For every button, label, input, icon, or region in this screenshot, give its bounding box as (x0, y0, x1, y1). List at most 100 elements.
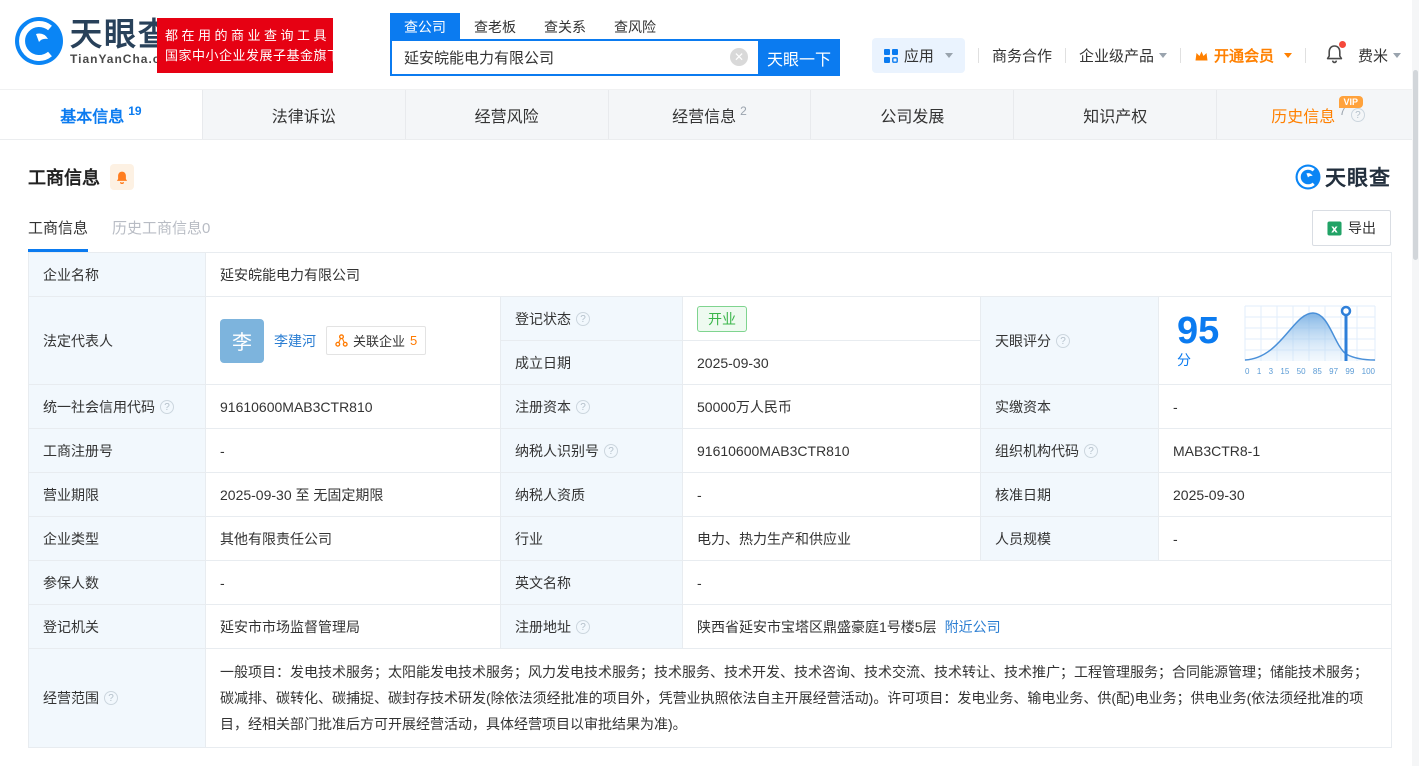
score-unit: 分 (1177, 351, 1191, 368)
crown-icon (1195, 51, 1208, 60)
paid-capital-label: 实缴资本 (980, 384, 1159, 429)
table-row: 工商注册号 - 纳税人识别号? 91610600MAB3CTR810 组织机构代… (28, 428, 1393, 473)
staff-size-label: 人员规模 (980, 516, 1159, 561)
chevron-down-icon (1393, 53, 1401, 58)
help-icon[interactable]: ? (104, 691, 118, 705)
apps-grid-icon (883, 48, 898, 63)
search-tab-company[interactable]: 查公司 (390, 13, 460, 39)
establish-date-value: 2025-09-30 (682, 340, 981, 385)
help-icon[interactable]: ? (576, 311, 590, 326)
table-row: 经营范围? 一般项目：发电技术服务；太阳能发电技术服务；风力发电技术服务；技术服… (28, 648, 1393, 748)
divider (1064, 48, 1066, 63)
reg-authority-value: 延安市市场监督管理局 (205, 604, 501, 649)
score-distribution-chart: 0 1 3 15 50 85 97 99 100 (1243, 305, 1377, 376)
watermark-brand-name: 天眼查 (1325, 167, 1391, 190)
related-count: 5 (410, 333, 418, 348)
approval-date-value: 2025-09-30 (1157, 472, 1393, 517)
export-button[interactable]: x 导出 (1312, 210, 1391, 246)
search-tab-boss[interactable]: 查老板 (460, 13, 530, 39)
excel-icon: x (1327, 220, 1342, 236)
search-tabs: 查公司 查老板 查关系 查风险 (390, 13, 840, 39)
score-marker-pin (1340, 305, 1352, 317)
help-icon[interactable]: ? (1056, 333, 1070, 348)
help-icon[interactable]: ? (1350, 107, 1365, 122)
taxpayer-quality-label: 纳税人资质 (500, 472, 683, 517)
insured-value: - (205, 560, 501, 605)
tab-legal-litigation[interactable]: 法律诉讼 (203, 90, 406, 139)
help-icon[interactable]: ? (1084, 443, 1098, 458)
tianyancha-logo[interactable]: 天眼查 TianYanCha.com (14, 16, 180, 66)
reg-status-value: 开业 (682, 296, 981, 341)
english-name-value: - (681, 560, 1393, 605)
reg-authority-label: 登记机关 (28, 604, 206, 649)
company-type-label: 企业类型 (28, 516, 206, 561)
insured-label: 参保人数 (28, 560, 206, 605)
org-code-value: MAB3CTR8-1 (1157, 428, 1393, 473)
scrollbar-thumb[interactable] (1413, 70, 1418, 260)
monitor-bell-icon[interactable] (110, 164, 134, 190)
user-menu[interactable]: 费米 (1358, 45, 1401, 66)
username: 费米 (1357, 48, 1388, 65)
legal-rep-link[interactable]: 李建河 (274, 331, 316, 351)
related-companies-badge[interactable]: 关联企业 5 (326, 326, 427, 355)
menu-cooperation[interactable]: 商务合作 (992, 45, 1052, 66)
business-scope-value: 一般项目：发电技术服务；太阳能发电技术服务；风力发电技术服务；技术服务、技术开发… (204, 648, 1393, 748)
help-icon[interactable]: ? (576, 619, 590, 634)
tab-operation-risk[interactable]: 经营风险 (406, 90, 609, 139)
establish-date-label: 成立日期 (500, 340, 683, 385)
open-vip-button[interactable]: 开通会员 (1194, 45, 1292, 66)
scrollbar[interactable] (1412, 0, 1419, 766)
reg-capital-value: 50000万人民币 (682, 384, 981, 429)
legal-rep-label: 法定代表人 (28, 296, 206, 385)
slogan-line2: 国家中小企业发展子基金旗下机构 (165, 47, 368, 63)
help-icon[interactable]: ? (604, 443, 618, 458)
section-title: 工商信息 (28, 168, 100, 188)
avatar[interactable]: 李 (220, 318, 264, 363)
status-badge: 开业 (697, 305, 747, 332)
taxpayer-id-value: 91610600MAB3CTR810 (682, 428, 981, 473)
apps-label: 应用 (903, 48, 934, 65)
business-scope-label: 经营范围? (28, 648, 206, 748)
notification-bell-icon[interactable] (1325, 40, 1346, 68)
tab-basic-info[interactable]: 基本信息 19 (0, 90, 203, 139)
subtab-business-info[interactable]: 工商信息 (28, 217, 89, 252)
search-input[interactable] (390, 39, 758, 76)
chevron-down-icon (1283, 53, 1292, 58)
table-row: 法定代表人 李 李建河 关联企业 5 登记状态 ? 开业 天眼评分 ? 95分 … (28, 296, 1393, 385)
address-value: 陕西省延安市宝塔区鼎盛豪庭1号楼5层 附近公司 (681, 604, 1393, 649)
table-row: 统一社会信用代码? 91610600MAB3CTR810 注册资本? 50000… (28, 384, 1393, 429)
uscc-value: 91610600MAB3CTR810 (205, 384, 501, 429)
table-row: 企业类型 其他有限责任公司 行业 电力、热力生产和供应业 人员规模 - (28, 516, 1393, 561)
business-term-label: 营业期限 (28, 472, 206, 517)
clear-icon[interactable]: ✕ (730, 48, 748, 66)
search-button[interactable]: 天眼一下 (758, 39, 840, 76)
score-axis-ticks: 0 1 3 15 50 85 97 99 100 (1245, 367, 1376, 376)
network-icon (335, 334, 348, 347)
section-watermark-logo: 天眼查 (1295, 162, 1391, 192)
paid-capital-value: - (1157, 384, 1393, 429)
tab-operation-info[interactable]: 经营信息 2 (609, 90, 812, 139)
tab-history-info[interactable]: 历史信息 7 ? VIP (1217, 90, 1419, 139)
company-type-value: 其他有限责任公司 (205, 516, 501, 561)
help-icon[interactable]: ? (576, 399, 590, 414)
search-tab-relation[interactable]: 查关系 (530, 13, 600, 39)
taxpayer-quality-value: - (682, 472, 981, 517)
tab-count: 2 (740, 103, 747, 118)
nearby-companies-link[interactable]: 附近公司 (945, 619, 1001, 635)
tab-intellectual-property[interactable]: 知识产权 (1014, 90, 1218, 139)
tianyancha-logo-icon (15, 17, 63, 65)
slogan-line1: 都在用的商业查询工具 (165, 27, 331, 43)
search-area: 查公司 查老板 查关系 查风险 ✕ 天眼一下 (390, 13, 840, 76)
svg-text:x: x (1331, 223, 1338, 235)
score-value: 95 (1177, 309, 1220, 352)
help-icon[interactable]: ? (160, 399, 174, 414)
subtab-history-business-info[interactable]: 历史工商信息0 (112, 217, 210, 252)
search-tab-risk[interactable]: 查风险 (600, 13, 670, 39)
menu-enterprise[interactable]: 企业级产品 (1079, 45, 1167, 66)
tab-company-development[interactable]: 公司发展 (811, 90, 1015, 139)
apps-menu[interactable]: 应用 (871, 38, 965, 73)
tianyancha-company-page: 天眼查 TianYanCha.com 都在用的商业查询工具 国家中小企业发展子基… (0, 0, 1419, 766)
industry-value: 电力、热力生产和供应业 (682, 516, 981, 561)
divider (977, 48, 979, 63)
uscc-label: 统一社会信用代码? (28, 384, 206, 429)
